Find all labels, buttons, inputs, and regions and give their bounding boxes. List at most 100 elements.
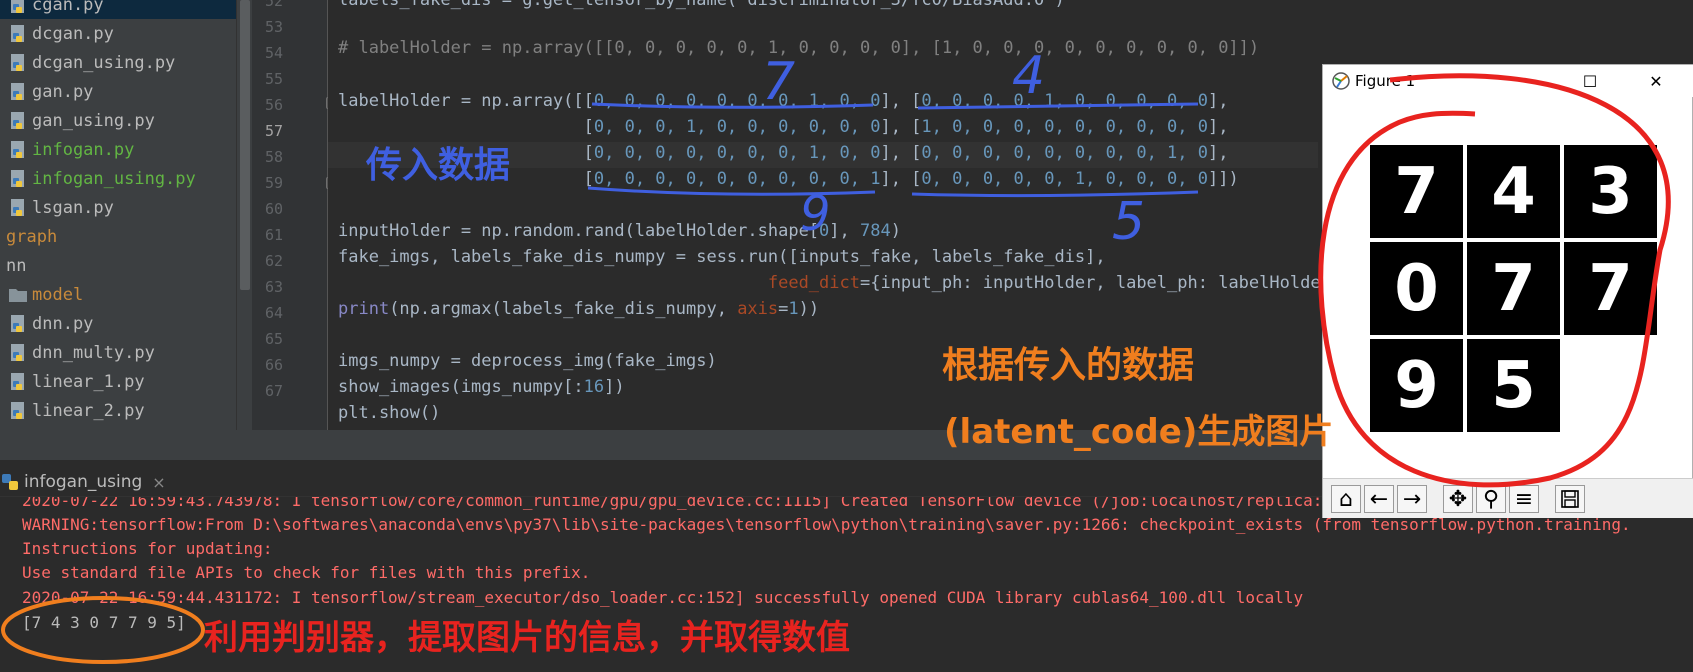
tree-item-label: dnn.py xyxy=(32,313,94,334)
code-token: [ xyxy=(338,117,594,137)
python-file-icon xyxy=(8,372,28,392)
folder-icon xyxy=(8,285,28,305)
code-token: 0, 0, 0, 0, 0, 0, 0, 0, 1, 0 xyxy=(921,143,1208,163)
line-number: 64 xyxy=(264,304,283,322)
tree-item[interactable]: graph xyxy=(0,222,236,251)
tree-item-label: lsgan.py xyxy=(32,197,114,218)
code-token: inputHolder = np.random.rand(labelHolder… xyxy=(338,221,820,241)
zoom-icon[interactable]: ⚲ xyxy=(1476,485,1506,513)
code-token: labelHolder = np.array([[ xyxy=(338,91,594,111)
digit-glyph: 3 xyxy=(1588,154,1633,229)
digit-glyph: 0 xyxy=(1394,251,1439,326)
tree-scrollbar-thumb[interactable] xyxy=(240,0,250,290)
code-line-62: feed_dict={input_ph: inputHolder, label_… xyxy=(338,273,1351,293)
python-icon xyxy=(0,472,20,492)
tree-item[interactable]: model xyxy=(0,280,236,309)
python-file-icon xyxy=(8,111,28,131)
code-token: ], [ xyxy=(880,117,922,137)
python-file-icon xyxy=(8,53,28,73)
line-number: 54 xyxy=(264,44,283,62)
code-token: ], xyxy=(1207,117,1229,137)
code-token: ={input_ph: inputHolder, label_ph: label… xyxy=(859,273,1352,293)
figure-title: Figure 1 xyxy=(1355,72,1416,90)
pan-icon[interactable]: ✥ xyxy=(1443,485,1473,513)
line-number: 65 xyxy=(264,330,283,348)
tree-item-label: gan_using.py xyxy=(32,110,155,131)
code-token: (np.argmax(labels_fake_dis_numpy, xyxy=(389,299,738,319)
tree-item-label: nn xyxy=(6,255,27,276)
digit-glyph: 9 xyxy=(1394,348,1439,423)
tree-item-label: linear_2.py xyxy=(32,400,145,421)
tree-item-label: linear_1.py xyxy=(32,371,145,392)
code-line-56: [0, 0, 0, 1, 0, 0, 0, 0, 0, 0], [1, 0, 0… xyxy=(338,117,1229,137)
handwritten-digit-7: 7 xyxy=(762,52,796,112)
code-token: 0, 0, 0, 0, 0, 0, 0, 1, 0, 0 xyxy=(593,143,881,163)
code-token: ]) xyxy=(604,377,625,397)
code-token: ], [ xyxy=(880,169,922,189)
close-icon[interactable]: × xyxy=(152,473,165,492)
figure-titlebar[interactable]: Figure 1 ☐ ✕ xyxy=(1323,65,1693,97)
console-line: Use standard file APIs to check for file… xyxy=(22,563,591,582)
generated-digit-grid: 74307795 xyxy=(1370,145,1662,437)
generated-digit-image: 3 xyxy=(1564,145,1657,238)
tree-item[interactable]: gan_using.py xyxy=(0,106,236,135)
tree-item[interactable]: dnn.py xyxy=(0,309,236,338)
code-token: 0, 0, 0, 0, 0, 0, 0, 0, 0, 1 xyxy=(593,169,881,189)
tree-item[interactable]: lsgan.py xyxy=(0,193,236,222)
code-token: ], xyxy=(1207,143,1229,163)
run-tab[interactable]: infogan_using × xyxy=(0,468,200,496)
python-file-icon xyxy=(8,314,28,334)
tree-item[interactable]: dnn_multy.py xyxy=(0,338,236,367)
tree-item-label: dcgan_using.py xyxy=(32,52,176,73)
maximize-button[interactable]: ☐ xyxy=(1567,65,1613,97)
tree-item[interactable]: dcgan.py xyxy=(0,19,236,48)
digit-glyph: 7 xyxy=(1491,251,1536,326)
code-line-63: print(np.argmax(labels_fake_dis_numpy, a… xyxy=(338,299,819,319)
tree-item[interactable]: linear_2.py xyxy=(0,396,236,425)
annotation-discriminator: 利用判别器，提取图片的信息，并取得数值 xyxy=(204,618,850,658)
code-line-61: fake_imgs, labels_fake_dis_numpy = sess.… xyxy=(338,247,1106,267)
tree-item[interactable]: infogan.py xyxy=(0,135,236,164)
line-number: 56 xyxy=(264,96,283,114)
annotation-generate-line1: 根据传入的数据 xyxy=(942,345,1195,386)
tree-item-label: graph xyxy=(6,226,58,247)
code-token: 0, 0, 0, 0, 1, 0, 0, 0, 0, 0 xyxy=(921,91,1208,111)
line-number: 67 xyxy=(264,382,283,400)
tree-scrollbar[interactable] xyxy=(236,0,252,460)
code-token: print xyxy=(338,299,390,319)
minimize-button[interactable] xyxy=(1511,65,1557,97)
tree-item[interactable]: nn xyxy=(0,251,236,280)
code-token: axis xyxy=(737,299,779,319)
line-number: 53 xyxy=(264,18,283,36)
code-token: 1, 0, 0, 0, 0, 0, 0, 0, 0, 0 xyxy=(921,117,1208,137)
tree-item[interactable]: infogan_using.py xyxy=(0,164,236,193)
tree-item[interactable]: cgan.py xyxy=(0,0,236,19)
code-token: ], xyxy=(829,221,861,241)
configure-icon[interactable]: ≡ xyxy=(1509,485,1539,513)
line-number: 62 xyxy=(264,252,283,270)
annotation-generate-line2: (latent_code)生成图片 xyxy=(944,412,1334,452)
generated-digit-image: 7 xyxy=(1564,242,1657,335)
forward-arrow-icon[interactable]: → xyxy=(1397,485,1427,513)
back-arrow-icon[interactable]: ← xyxy=(1364,485,1394,513)
close-button[interactable]: ✕ xyxy=(1633,65,1679,97)
tree-item[interactable]: linear_1.py xyxy=(0,367,236,396)
tree-item[interactable]: gan.py xyxy=(0,77,236,106)
tree-item[interactable]: dcgan_using.py xyxy=(0,48,236,77)
project-tree: cgan.py dcgan.py dcgan_using.py gan.py gan_u… xyxy=(0,0,236,460)
python-file-icon xyxy=(8,24,28,44)
line-number: 58 xyxy=(264,148,283,166)
home-icon[interactable]: ⌂ xyxy=(1331,485,1361,513)
python-file-icon xyxy=(8,198,28,218)
code-token: )) xyxy=(798,299,820,319)
handwritten-digit-4: 4 xyxy=(1012,46,1046,106)
tree-item-label: infogan.py xyxy=(32,139,135,160)
figure-window[interactable]: Figure 1 ☐ ✕ 74307795 ⌂ ← → ✥ ⚲ ≡ xyxy=(1322,64,1693,518)
python-file-icon xyxy=(8,169,28,189)
console-line: 2020-07-22 16:59:44.431172: I tensorflow… xyxy=(22,588,1304,607)
code-token: 16 xyxy=(583,377,605,397)
save-icon[interactable] xyxy=(1555,485,1585,513)
line-number: 63 xyxy=(264,278,283,296)
python-file-icon xyxy=(8,0,28,15)
code-token: ], [ xyxy=(880,91,922,111)
